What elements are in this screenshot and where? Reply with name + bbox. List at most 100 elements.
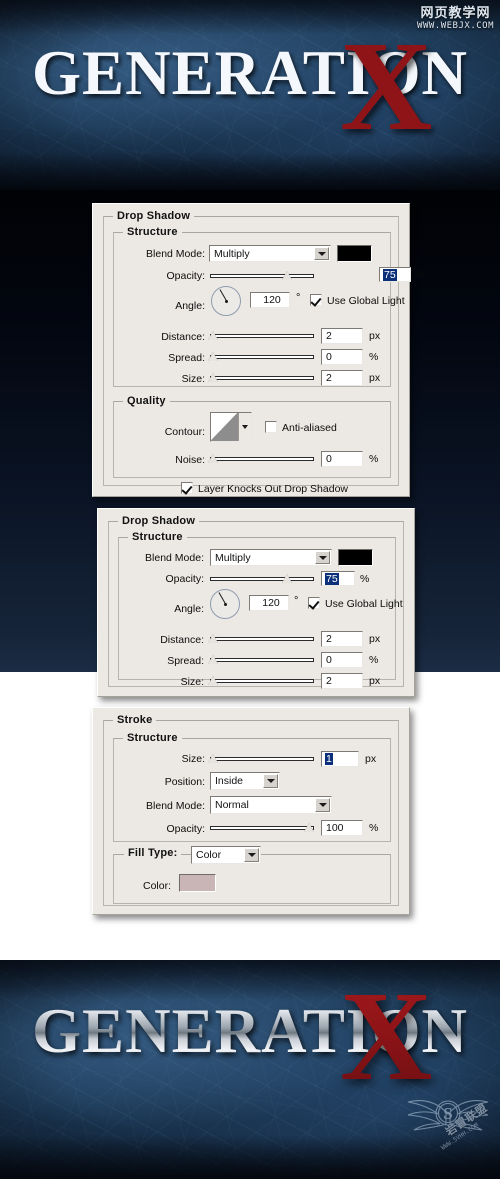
input-distance-2-value: 2 bbox=[326, 633, 332, 645]
label-stroke-size: Size: bbox=[181, 753, 205, 765]
contour-curve-icon bbox=[211, 413, 238, 441]
label-spread-2: Spread: bbox=[167, 655, 204, 667]
input-size-2-value: 2 bbox=[326, 675, 332, 687]
slider-noise[interactable] bbox=[208, 453, 314, 464]
select-blend-mode-value: Multiply bbox=[214, 247, 250, 260]
slider-size-track bbox=[210, 376, 314, 380]
input-spread[interactable]: 0 bbox=[321, 349, 363, 365]
slider-spread-2-thumb[interactable] bbox=[208, 655, 218, 664]
select-position[interactable]: Inside bbox=[210, 772, 280, 790]
input-distance-2[interactable]: 2 bbox=[321, 631, 363, 647]
input-size-value: 2 bbox=[326, 372, 332, 384]
input-size[interactable]: 2 bbox=[321, 370, 363, 386]
group-title-structure-3: Structure bbox=[123, 732, 182, 744]
label-noise: Noise: bbox=[175, 454, 205, 466]
label-distance: Distance: bbox=[161, 331, 205, 343]
select-fill-type[interactable]: Color bbox=[191, 846, 261, 864]
select-blend-mode-2[interactable]: Multiply bbox=[210, 549, 332, 566]
input-opacity[interactable]: 75 bbox=[379, 267, 411, 282]
label-fill-type: Fill Type: bbox=[124, 847, 182, 859]
unit-spread: % bbox=[369, 351, 379, 363]
slider-stroke-opacity-track bbox=[210, 826, 314, 830]
checkbox-use-global-light-2[interactable] bbox=[308, 597, 320, 609]
slider-size-thumb[interactable] bbox=[208, 373, 218, 382]
label-opacity: Opacity: bbox=[166, 270, 205, 282]
input-opacity-2[interactable]: 75 bbox=[321, 571, 355, 586]
watermark-top-url: WWW.WEBJX.COM bbox=[417, 20, 494, 31]
slider-spread[interactable] bbox=[208, 351, 314, 362]
swatch-stroke-color[interactable] bbox=[179, 874, 216, 892]
slider-size-2[interactable] bbox=[208, 675, 314, 686]
dialog-drop-shadow-full[interactable]: Drop Shadow Structure Blend Mode: Multip… bbox=[92, 203, 424, 497]
unit-spread-2: % bbox=[369, 654, 379, 666]
swatch-shadow-color-2[interactable] bbox=[338, 549, 373, 566]
unit-stroke-size: px bbox=[365, 753, 377, 765]
unit-angle-degrees: ° bbox=[296, 292, 301, 304]
group-title-stroke: Stroke bbox=[113, 714, 157, 726]
slider-noise-thumb[interactable] bbox=[208, 454, 218, 463]
slider-stroke-opacity[interactable] bbox=[210, 822, 314, 833]
input-stroke-size[interactable]: 1 bbox=[321, 751, 359, 767]
group-title-structure: Structure bbox=[123, 226, 182, 238]
slider-spread-thumb[interactable] bbox=[208, 352, 218, 361]
slider-distance-2-track bbox=[210, 637, 314, 641]
dial-angle[interactable] bbox=[211, 286, 241, 316]
input-angle-2[interactable]: 120 bbox=[249, 595, 289, 611]
slider-opacity-thumb[interactable] bbox=[282, 271, 292, 280]
input-stroke-opacity[interactable]: 100 bbox=[321, 820, 363, 836]
input-opacity-value: 75 bbox=[383, 268, 397, 281]
input-distance[interactable]: 2 bbox=[321, 328, 363, 344]
chevron-down-icon[interactable] bbox=[314, 247, 329, 260]
slider-distance-2[interactable] bbox=[208, 633, 314, 644]
select-blend-mode-2-value: Multiply bbox=[215, 551, 251, 564]
page-root: GENERATION X 网页教学网 WWW.WEBJX.COM Drop Sh… bbox=[0, 0, 500, 1179]
input-size-2[interactable]: 2 bbox=[321, 673, 363, 689]
select-blend-mode[interactable]: Multiply bbox=[209, 245, 331, 262]
slider-distance[interactable] bbox=[208, 330, 314, 341]
input-spread-2[interactable]: 0 bbox=[321, 652, 363, 668]
chevron-down-icon-fill[interactable] bbox=[244, 848, 259, 862]
input-spread-2-value: 0 bbox=[326, 654, 332, 666]
label-stroke-color: Color: bbox=[142, 880, 171, 892]
label-size: Size: bbox=[181, 373, 205, 385]
slider-opacity-2-thumb[interactable] bbox=[282, 574, 292, 583]
label-size-2: Size: bbox=[180, 676, 204, 688]
slider-size-2-thumb[interactable] bbox=[208, 676, 218, 685]
watermark-top: 网页教学网 WWW.WEBJX.COM bbox=[417, 5, 494, 31]
contour-preview[interactable] bbox=[210, 412, 252, 442]
slider-stroke-size[interactable] bbox=[208, 753, 314, 764]
slider-size-2-track bbox=[210, 679, 314, 683]
input-opacity-2-value: 75 bbox=[325, 572, 339, 585]
chevron-down-icon-2[interactable] bbox=[315, 551, 330, 564]
unit-distance: px bbox=[369, 330, 381, 342]
dialog-drop-shadow-structure[interactable]: Drop Shadow Structure Blend Mode: Multip… bbox=[97, 508, 415, 697]
select-fill-type-value: Color bbox=[196, 849, 222, 861]
dialog-stroke[interactable]: Stroke Structure Size: 1 px Position: In… bbox=[92, 707, 410, 915]
slider-distance-thumb[interactable] bbox=[208, 331, 218, 340]
unit-noise: % bbox=[369, 453, 379, 465]
slider-stroke-size-track bbox=[210, 757, 314, 761]
label-spread: Spread: bbox=[168, 352, 205, 364]
dial-angle-2[interactable] bbox=[210, 589, 240, 619]
slider-opacity-2[interactable] bbox=[210, 573, 314, 584]
select-stroke-blend-mode[interactable]: Normal bbox=[210, 796, 332, 814]
input-angle[interactable]: 120 bbox=[250, 292, 290, 308]
checkbox-layer-knocks-out[interactable] bbox=[181, 482, 193, 494]
checkbox-use-global-light[interactable] bbox=[310, 294, 322, 306]
slider-spread-2[interactable] bbox=[208, 654, 314, 665]
input-noise[interactable]: 0 bbox=[321, 451, 363, 467]
label-angle-2: Angle: bbox=[174, 603, 204, 615]
slider-distance-2-thumb[interactable] bbox=[208, 634, 218, 643]
checkbox-anti-aliased[interactable] bbox=[265, 421, 277, 433]
contour-dropdown-icon[interactable] bbox=[238, 413, 251, 441]
input-angle-value: 120 bbox=[263, 294, 281, 306]
swatch-shadow-color[interactable] bbox=[337, 245, 372, 262]
label-stroke-blend-mode: Blend Mode: bbox=[146, 800, 205, 812]
slider-stroke-opacity-thumb[interactable] bbox=[304, 823, 314, 832]
slider-opacity[interactable] bbox=[210, 270, 314, 281]
slider-size[interactable] bbox=[208, 372, 314, 383]
slider-stroke-size-thumb[interactable] bbox=[208, 754, 218, 763]
chevron-down-icon-blend[interactable] bbox=[315, 798, 330, 812]
unit-distance-2: px bbox=[369, 633, 381, 645]
chevron-down-icon-position[interactable] bbox=[263, 774, 278, 788]
